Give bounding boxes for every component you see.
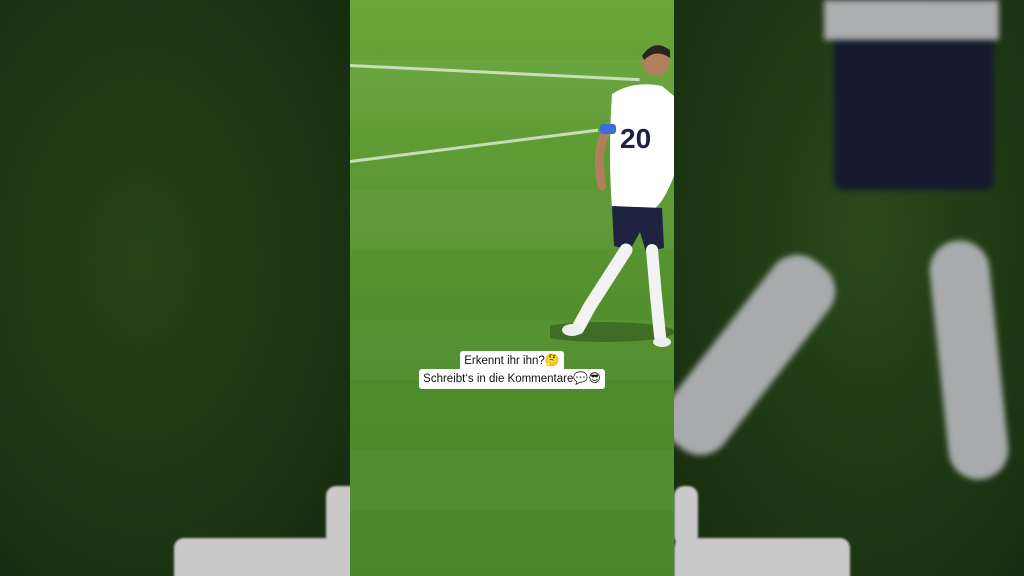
- shirt-number: 20: [620, 123, 651, 154]
- player-arm: [594, 121, 615, 191]
- player-leg-right: [646, 244, 666, 342]
- speech-bubble-sunglasses-icon: 💬😎: [573, 371, 601, 385]
- pitch-mow-stripe: [350, 450, 674, 510]
- caption-line-1: Erkennt ihr ihn?🤔: [460, 351, 564, 371]
- right-caption-echo-bubble-2: [674, 538, 850, 576]
- left-blurred-background: [0, 0, 350, 576]
- left-dim-overlay: [0, 0, 350, 576]
- player-boot-left: [562, 324, 582, 336]
- left-caption-echo-bubble-2: [174, 538, 350, 576]
- right-dim-overlay: [674, 0, 1024, 576]
- caption-line-2-text: Schreibt‘s in die Kommentare: [423, 373, 574, 385]
- caption-line-1-wrap: Erkennt ihr ihn?🤔: [350, 351, 674, 371]
- player-leg-left: [571, 243, 633, 335]
- left-caption-echo-bubble: [326, 486, 350, 546]
- football-player: 20: [550, 45, 674, 347]
- player-boot-right: [653, 337, 671, 347]
- right-blurred-background: [674, 0, 1024, 576]
- caption-line-2: Schreibt‘s in die Kommentare💬😎: [419, 369, 605, 389]
- thinking-face-icon: 🤔: [544, 353, 560, 367]
- caption-line-2-wrap: Schreibt‘s in die Kommentare💬😎: [350, 369, 674, 389]
- caption-line-1-text: Erkennt ihr ihn?: [464, 355, 545, 367]
- armband: [600, 124, 616, 134]
- video-frame[interactable]: 20 Erkennt ihr ihn?🤔 Schreibt‘s in die K…: [350, 0, 674, 576]
- player-shorts: [612, 206, 664, 252]
- right-caption-echo-bubble: [674, 486, 698, 546]
